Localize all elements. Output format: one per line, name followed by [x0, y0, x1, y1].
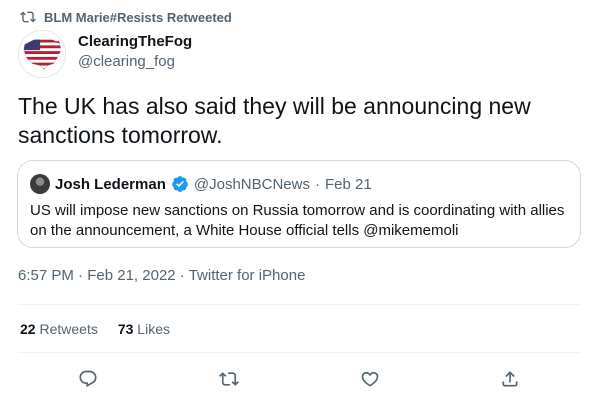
tweet-author: ClearingTheFog @clearing_fog: [18, 30, 192, 78]
author-handle[interactable]: @clearing_fog: [78, 52, 192, 72]
tweet-time[interactable]: 6:57 PM: [18, 267, 74, 284]
avatar[interactable]: [18, 30, 66, 78]
tweet-timestamp-row: 6:57 PM · Feb 21, 2022 · Twitter for iPh…: [18, 267, 305, 284]
quoted-author-handle: @JoshNBCNews: [193, 175, 310, 193]
quoted-tweet-header: Josh Lederman @JoshNBCNews · Feb 21: [30, 174, 372, 194]
author-display-name[interactable]: ClearingTheFog: [78, 32, 192, 52]
retweet-icon: [219, 372, 239, 386]
heart-icon: [361, 371, 379, 387]
tweet-date[interactable]: Feb 21, 2022: [87, 267, 175, 284]
timestamp-separator: ·: [78, 267, 84, 284]
reply-button[interactable]: [75, 366, 101, 392]
quoted-meta-separator: ·: [314, 175, 320, 193]
retweet-button[interactable]: [216, 366, 242, 392]
retweets-count: 22: [20, 321, 36, 337]
verified-badge-icon: [171, 176, 188, 192]
divider: [18, 352, 580, 353]
retweeted-by-row[interactable]: BLM Marie#Resists Retweeted: [20, 8, 232, 26]
retweet-icon: [20, 11, 36, 23]
likes-label: Likes: [137, 321, 170, 337]
quoted-tweet-text: US will impose new sanctions on Russia t…: [30, 202, 565, 239]
reply-icon: [79, 370, 97, 388]
quoted-date: Feb 21: [324, 175, 372, 193]
retweets-stat[interactable]: 22 Retweets: [20, 321, 98, 337]
quoted-author-avatar: [30, 174, 50, 194]
quoted-author-name: Josh Lederman: [55, 175, 166, 193]
us-flag-map-avatar: [19, 31, 65, 77]
retweets-label: Retweets: [39, 321, 98, 337]
tweet-text: The UK has also said they will be announ…: [18, 93, 531, 148]
divider: [18, 304, 580, 305]
likes-stat[interactable]: 73 Likes: [118, 321, 170, 337]
engagement-stats: 22 Retweets 73 Likes: [20, 321, 170, 337]
tweet-source: Twitter for iPhone: [188, 267, 306, 284]
tweet-actions: [0, 366, 598, 392]
share-icon: [502, 371, 518, 387]
retweeted-by-label: BLM Marie#Resists Retweeted: [44, 9, 232, 25]
timestamp-separator: ·: [179, 267, 185, 284]
like-button[interactable]: [357, 366, 383, 392]
quoted-tweet-card[interactable]: Josh Lederman @JoshNBCNews · Feb 21 US w…: [17, 160, 581, 248]
share-button[interactable]: [497, 366, 523, 392]
likes-count: 73: [117, 321, 134, 337]
